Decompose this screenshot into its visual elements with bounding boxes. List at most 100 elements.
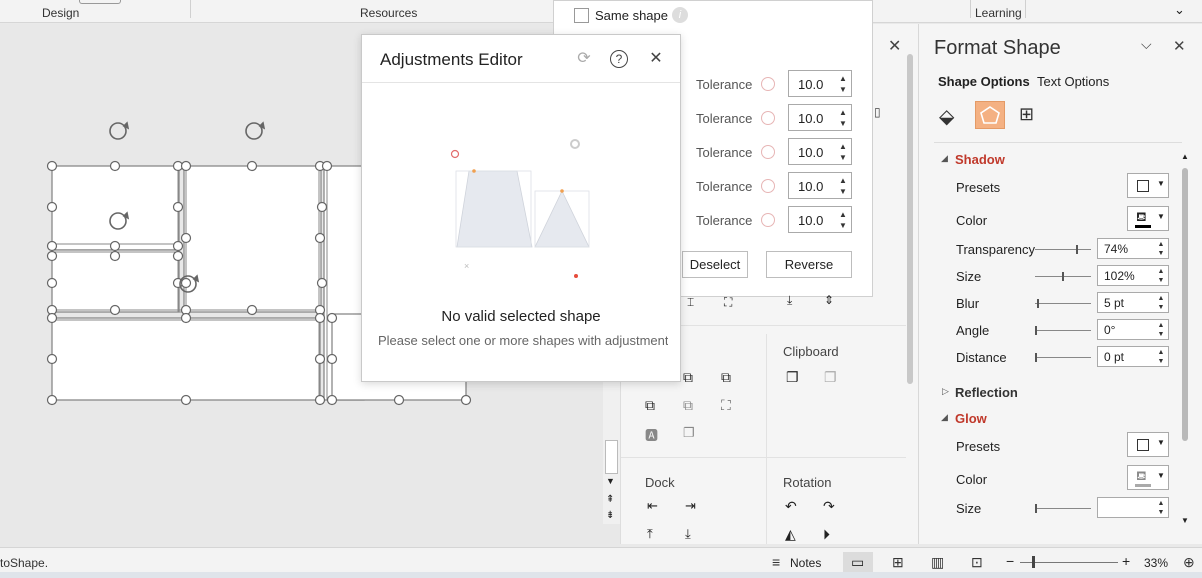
size-input[interactable]: 102% ▲ ▼ [1097,265,1169,286]
fit-to-window-icon[interactable]: ⊕ [1183,554,1195,571]
glow-presets-dropdown[interactable]: ▼ [1127,432,1169,457]
spin-down-icon[interactable]: ▼ [1156,357,1166,366]
resize-icon[interactable]: ⛶ [724,295,732,310]
color-dot-icon[interactable] [761,111,775,125]
slider-knob[interactable] [1035,353,1037,362]
glow-size-input[interactable]: ▲ ▼ [1097,497,1169,518]
ribbon-group-design[interactable]: Design [42,6,79,20]
notes-button[interactable]: Notes [790,556,821,570]
transparency-slider[interactable] [1035,249,1091,250]
tolerance-input[interactable]: 10.0 ▲ ▼ [788,70,852,97]
distance-slider[interactable] [1035,357,1091,358]
zoom-level[interactable]: 33% [1144,556,1168,570]
pane-scrollbar[interactable]: ▲ ▼ [1181,152,1189,525]
fill-line-icon[interactable]: ⬙ [939,104,954,129]
reflection-heading[interactable]: Reflection [955,385,1018,400]
text-box-icon[interactable]: 🅰 [645,425,658,444]
slideshow-icon[interactable]: ⊡ [971,554,983,571]
zoom-out-icon[interactable]: − [1006,553,1014,569]
color-dot-icon[interactable] [761,77,775,91]
transparency-input[interactable]: 74% ▲ ▼ [1097,238,1169,259]
tab-text-options[interactable]: Text Options [1037,74,1109,89]
group-icon[interactable]: ⧉ [683,397,693,414]
rotate-left-icon[interactable]: ↶ [785,498,797,515]
dock-left-icon[interactable]: ⇤ [647,498,658,514]
shadow-presets-dropdown[interactable]: ▼ [1127,173,1169,198]
spin-down-icon[interactable]: ▼ [837,84,849,96]
bring-forward-icon[interactable]: ⧉ [683,369,693,386]
page-up-icon[interactable]: ⇞ [606,494,614,505]
deselect-button[interactable]: Deselect [682,251,748,278]
glow-size-slider[interactable] [1035,508,1091,509]
spin-down-icon[interactable]: ▼ [837,152,849,164]
page-down-icon[interactable]: ⇟ [606,510,614,521]
spin-down-icon[interactable]: ▼ [837,220,849,232]
size-properties-icon[interactable]: ⊞ [1019,104,1034,125]
scrollbar-thumb[interactable] [1182,168,1188,441]
distribute-icon[interactable]: ⇕ [824,293,834,307]
notes-icon[interactable]: ≡ [772,554,780,570]
color-dot-icon[interactable] [761,213,775,227]
bring-front-icon[interactable]: ⧉ [645,397,655,414]
slide-sorter-icon[interactable]: ⊞ [892,554,904,571]
duplicate-icon[interactable]: ❐ [683,425,695,441]
slider-knob[interactable] [1062,272,1064,281]
tolerance-input[interactable]: 10.0 ▲ ▼ [788,104,852,131]
tolerance-input[interactable]: 10.0 ▲ ▼ [788,206,852,233]
same-shape-checkbox[interactable] [574,8,589,23]
rotate-right-icon[interactable]: ↷ [823,498,835,515]
help-icon[interactable]: ? [610,50,628,68]
spin-up-icon[interactable]: ▲ [1156,267,1166,276]
slider-knob[interactable] [1037,299,1039,308]
dock-top-icon[interactable]: ⤒ [647,526,653,542]
spin-down-icon[interactable]: ▼ [837,118,849,130]
send-backward-icon[interactable]: ⧉ [721,369,731,386]
scroll-down-arrow-icon[interactable]: ▼ [606,476,615,486]
close-icon[interactable]: ✕ [888,36,901,56]
slider-knob[interactable] [1035,326,1037,335]
spin-up-icon[interactable]: ▲ [1156,348,1166,357]
angle-input[interactable]: 0° ▲ ▼ [1097,319,1169,340]
glow-heading[interactable]: Glow [955,411,987,426]
expanded-triangle-icon[interactable]: ◢ [941,412,948,423]
info-icon[interactable]: i [672,7,688,23]
slider-knob[interactable] [1035,504,1037,513]
dock-right-icon[interactable]: ⇥ [685,498,696,514]
flip-horizontal-icon[interactable]: ◭ [785,526,796,543]
blur-slider[interactable] [1035,303,1091,304]
spin-up-icon[interactable]: ▲ [1156,321,1166,330]
copy-icon[interactable]: ❐ [824,369,837,386]
spin-down-icon[interactable]: ▼ [1156,330,1166,339]
glow-color-dropdown[interactable]: ⛾ ▼ [1127,465,1169,490]
dock-bottom-icon[interactable]: ⤓ [685,526,691,542]
spin-up-icon[interactable]: ▲ [1156,240,1166,249]
shadow-color-dropdown[interactable]: ⛾ ▼ [1127,206,1169,231]
spin-down-icon[interactable]: ▼ [1156,303,1166,312]
distance-input[interactable]: 0 pt ▲ ▼ [1097,346,1169,367]
align-icon[interactable]: ⌶ [687,295,694,310]
expanded-triangle-icon[interactable]: ◢ [941,153,948,164]
ribbon-collapse-chevron-icon[interactable]: ⌄ [1174,2,1185,18]
zoom-slider-knob[interactable] [1032,556,1035,568]
reverse-button[interactable]: Reverse [766,251,852,278]
normal-view-button[interactable]: ▭ [843,552,873,574]
color-dot-icon[interactable] [761,145,775,159]
close-icon[interactable]: ✕ [1173,37,1186,55]
scrollbar-thumb[interactable] [605,440,618,474]
reading-view-icon[interactable]: ▥ [931,554,944,571]
crop-icon[interactable]: ⛶ [721,397,731,414]
tab-shape-options[interactable]: Shape Options [938,74,1030,89]
scroll-up-arrow-icon[interactable]: ▲ [1181,152,1189,161]
align-bottom-icon[interactable]: ⤓ [787,293,792,308]
color-dot-icon[interactable] [761,179,775,193]
pane-scrollbar[interactable] [907,54,913,384]
collapsed-triangle-icon[interactable]: ▷ [942,386,949,397]
blur-input[interactable]: 5 pt ▲ ▼ [1097,292,1169,313]
spin-down-icon[interactable]: ▼ [1156,249,1166,258]
ribbon-group-resources[interactable]: Resources [360,6,417,20]
slider-knob[interactable] [1076,245,1078,254]
spin-down-icon[interactable]: ▼ [837,186,849,198]
spin-up-icon[interactable]: ▲ [1156,294,1166,303]
spin-up-icon[interactable]: ▲ [1156,499,1166,508]
refresh-icon[interactable]: ⟳ [574,49,594,69]
